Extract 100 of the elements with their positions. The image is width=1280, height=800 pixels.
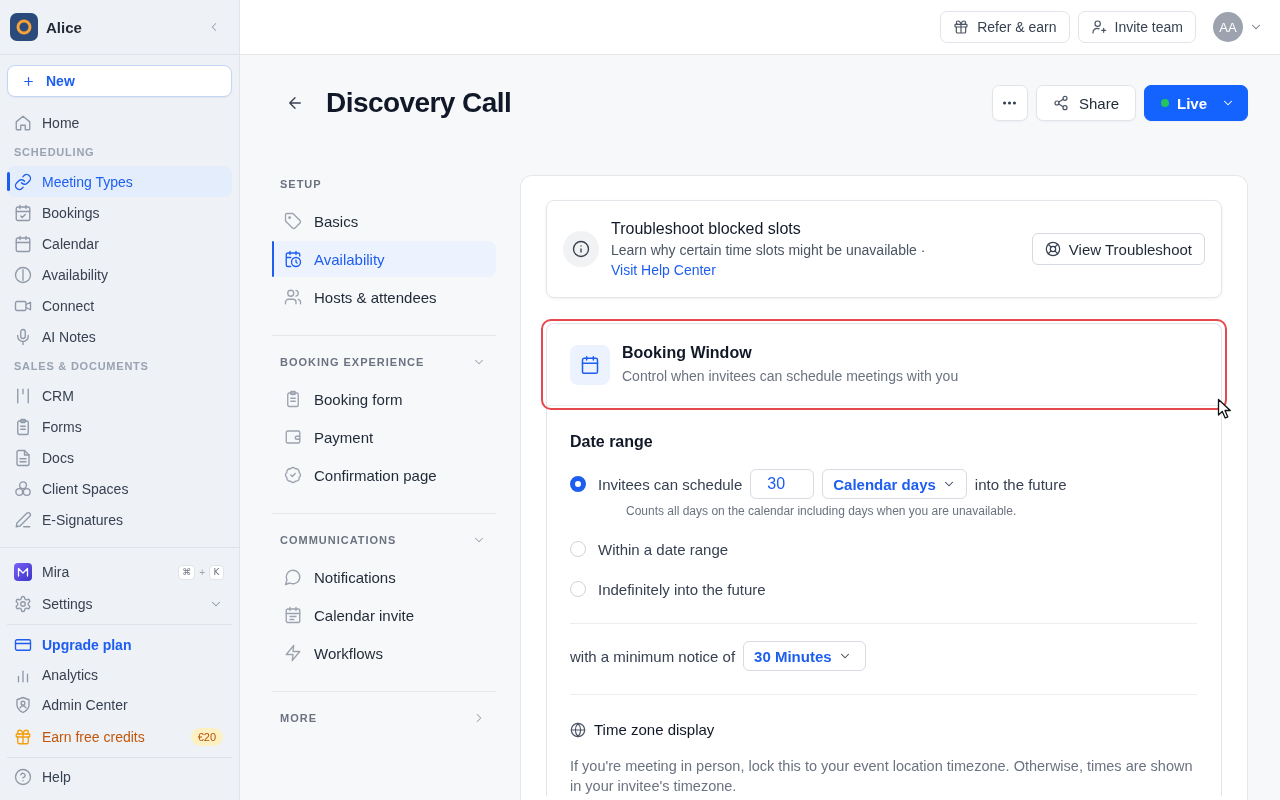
status-button[interactable]: Live	[1144, 85, 1248, 121]
ring-logo-icon	[10, 13, 38, 41]
nav-item[interactable]: Bookings	[7, 197, 232, 228]
new-button[interactable]: New	[7, 65, 232, 97]
columns-icon	[14, 386, 32, 405]
settings-nav-item[interactable]: Calendar invite	[272, 597, 496, 633]
globe-icon	[570, 722, 586, 738]
clipboard-icon	[14, 417, 32, 436]
clipboard-icon	[284, 390, 302, 408]
nav-item[interactable]: Calendar	[7, 228, 232, 259]
nav-item[interactable]: Mira	[7, 556, 179, 588]
nav-item[interactable]: Docs	[7, 442, 232, 473]
settings-nav-item[interactable]: Hosts & attendees	[272, 279, 496, 315]
section-toggle[interactable]: COMMUNICATIONS	[272, 531, 496, 549]
badge-check-icon	[284, 466, 302, 484]
nav-item[interactable]: Forms	[7, 411, 232, 442]
notice-label: with a minimum notice of	[570, 647, 736, 665]
circle-cluster-icon	[14, 479, 32, 498]
back-arrow-icon[interactable]	[286, 94, 304, 112]
more-options-button[interactable]	[991, 85, 1028, 121]
users-icon	[284, 288, 302, 306]
info-icon	[563, 231, 599, 267]
section-heading: SCHEDULING	[13, 145, 96, 160]
section-title: Booking Window	[622, 343, 753, 363]
shortcut-key: K	[209, 564, 224, 580]
nav-item[interactable]: Upgrade plan	[7, 630, 232, 660]
nav-item[interactable]: Connect	[7, 290, 232, 321]
refer-button[interactable]: Refer & earn	[940, 11, 1070, 43]
document-icon	[14, 448, 32, 467]
more-icon	[1003, 101, 1017, 105]
troubleshoot-description: Learn why certain time slots might be unavailable · Visit Help Center	[611, 241, 927, 280]
share-button[interactable]: Share	[1035, 85, 1136, 121]
settings-nav-item[interactable]: Payment	[272, 419, 496, 455]
link-icon	[14, 172, 32, 191]
nav-item[interactable]: Availability	[7, 259, 232, 290]
section-heading: SALES & DOCUMENTS	[13, 359, 150, 374]
view-troubleshoot-button[interactable]: View Troubleshoot	[1031, 233, 1205, 265]
page-title: Discovery Call	[326, 87, 512, 119]
wallet-icon	[284, 428, 302, 446]
calendar-clock-icon	[284, 250, 302, 268]
credit-badge: €20	[190, 728, 223, 746]
settings-nav-item[interactable]: Booking form	[272, 381, 496, 417]
calendar-check-icon	[14, 203, 32, 222]
user-plus-icon	[1090, 19, 1107, 35]
section-toggle[interactable]: MORE	[272, 709, 496, 727]
nav-item[interactable]: Analytics	[7, 660, 232, 690]
subsection-heading: Date range	[570, 432, 654, 452]
shortcut-separator: +	[199, 566, 205, 578]
number-field[interactable]: 30	[750, 469, 815, 499]
workspace-name[interactable]: Alice	[46, 18, 82, 36]
microphone-icon	[14, 327, 32, 346]
unit-dropdown[interactable]: Calendar days	[822, 469, 967, 499]
section-subtitle: Control when invitees can schedule meetings with you	[622, 367, 959, 386]
tag-icon	[284, 212, 302, 230]
mouse-pointer-icon	[1217, 398, 1232, 419]
troubleshoot-title: Troubleshoot blocked slots	[611, 219, 802, 239]
calendar-icon	[284, 606, 302, 624]
nav-item[interactable]: E-Signatures	[7, 504, 232, 535]
settings-nav-item[interactable]: Basics	[272, 203, 496, 239]
timezone-description: If you're meeting in person, lock this to your event location timezone. Otherwise, times are shown in your invitee's timezone.	[570, 757, 1194, 796]
help-center-link[interactable]: Visit Help Center	[611, 262, 716, 278]
nav-item[interactable]: Admin Center	[7, 690, 232, 720]
pen-icon	[14, 510, 32, 529]
nav-item[interactable]: Home	[7, 107, 232, 138]
option-suffix: into the future	[974, 475, 1067, 493]
nav-item[interactable]: Help	[7, 763, 232, 791]
help-icon	[14, 768, 32, 786]
nav-item[interactable]: CRM	[7, 380, 232, 411]
nav-item[interactable]: Meeting Types	[7, 166, 232, 197]
option-label: Invitees can schedule	[598, 475, 743, 493]
share-icon	[1052, 95, 1069, 111]
section-toggle[interactable]: BOOKING EXPERIENCE	[272, 353, 496, 371]
house-icon	[14, 113, 32, 132]
credit-card-icon	[14, 636, 32, 654]
subsection-heading: Time zone display	[594, 720, 715, 740]
nav-item[interactable]: Earn free credits	[7, 722, 191, 752]
option-label: Within a date range	[598, 540, 729, 558]
option-hint: Counts all days on the calendar including days when you are unavailable.	[625, 503, 1018, 519]
plus-icon	[22, 74, 35, 88]
settings-nav-item[interactable]: Availability	[272, 241, 496, 277]
nav-item[interactable]: AI Notes	[7, 321, 232, 352]
calendar-icon	[14, 234, 32, 253]
gift-icon	[14, 728, 32, 746]
calendar-icon	[570, 344, 610, 385]
chat-bubble-icon	[284, 568, 302, 586]
section-heading: SETUP	[279, 177, 323, 192]
notice-dropdown[interactable]: 30 Minutes	[743, 641, 867, 671]
settings-nav-item[interactable]: Workflows	[272, 635, 496, 671]
option-label: Indefinitely into the future	[598, 580, 766, 598]
settings-nav-item[interactable]: Confirmation page	[272, 457, 496, 493]
lifebuoy-icon	[1044, 241, 1061, 257]
shortcut-key: ⌘	[178, 564, 196, 580]
lightning-icon	[284, 644, 302, 662]
settings-icon	[14, 595, 32, 613]
radio-button[interactable]	[570, 476, 586, 492]
invite-button[interactable]: Invite team	[1077, 11, 1196, 43]
nav-item[interactable]: Settings	[7, 588, 232, 620]
nav-item[interactable]: Client Spaces	[7, 473, 232, 504]
gift-icon	[953, 19, 970, 35]
settings-nav-item[interactable]: Notifications	[272, 559, 496, 595]
